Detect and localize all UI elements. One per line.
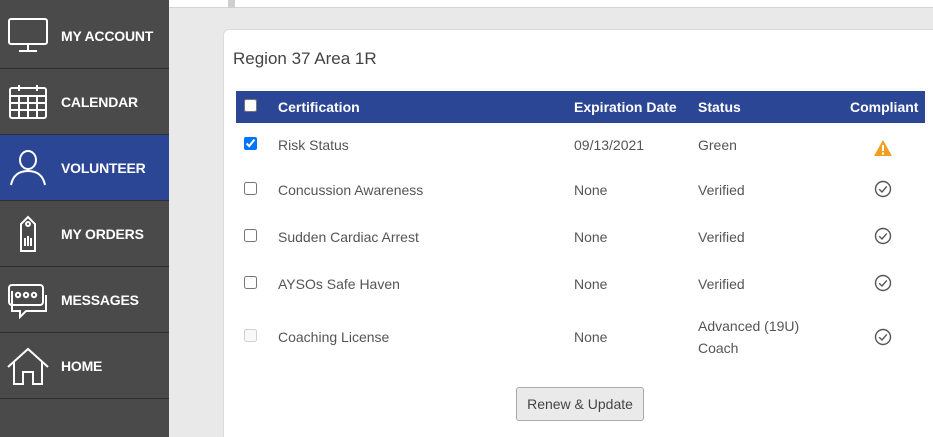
nav-label: MY ORDERS [61, 225, 144, 242]
expiration-date: None [574, 182, 608, 198]
nav-item-my-orders[interactable]: MY ORDERS [0, 201, 169, 267]
row-checkbox[interactable] [244, 182, 257, 195]
nav-label: CALENDAR [61, 93, 138, 110]
row-checkbox [244, 329, 257, 342]
status-text: Green [698, 137, 737, 153]
top-bar [169, 0, 933, 8]
nav-label: MY ACCOUNT [61, 27, 154, 44]
cert-name: Risk Status [278, 137, 349, 153]
row-checkbox[interactable] [244, 229, 257, 242]
status-text: Advanced (19U) Coach [698, 315, 799, 359]
nav-item-calendar[interactable]: CALENDAR [0, 69, 169, 135]
nav-label: VOLUNTEER [61, 159, 146, 176]
nav-item-my-account[interactable]: MY ACCOUNT [0, 3, 169, 69]
check-circle-icon [873, 327, 893, 347]
expiration-date: None [574, 229, 608, 245]
nav-item-home[interactable]: HOME [0, 333, 169, 399]
status-text: Verified [698, 182, 745, 198]
home-icon [6, 346, 50, 386]
calendar-icon [6, 82, 50, 122]
status-text: Verified [698, 276, 745, 292]
status-line: Coach [698, 340, 739, 356]
tag-icon [6, 214, 50, 254]
sidebar: MY ACCOUNT CALENDAR VOLUNTEER MY ORDERS … [0, 0, 169, 437]
table-header: Certification Expiration Date Status Com… [236, 91, 925, 123]
row-checkbox[interactable] [244, 276, 257, 289]
check-circle-icon [873, 179, 893, 199]
nav-label: HOME [61, 357, 103, 374]
chat-icon [6, 280, 50, 320]
person-icon [6, 148, 50, 188]
header-expiration-date: Expiration Date [574, 99, 677, 115]
nav-item-volunteer[interactable]: VOLUNTEER [0, 135, 169, 201]
row-checkbox[interactable] [244, 137, 257, 150]
cert-name: AYSOs Safe Haven [278, 276, 400, 292]
check-circle-icon [873, 273, 893, 293]
warning-icon [873, 138, 893, 158]
expiration-date: None [574, 276, 608, 292]
scroll-indicator [228, 0, 235, 8]
expiration-date: 09/13/2021 [574, 137, 645, 153]
card-title: Region 37 Area 1R [233, 49, 377, 68]
header-status: Status [698, 99, 741, 115]
header-compliant: Compliant [850, 99, 919, 115]
monitor-icon [6, 16, 50, 56]
cert-name: Coaching License [278, 329, 390, 345]
header-certification: Certification [278, 99, 360, 115]
nav-item-messages[interactable]: MESSAGES [0, 267, 169, 333]
cert-name: Sudden Cardiac Arrest [278, 229, 419, 245]
status-text: Verified [698, 229, 745, 245]
status-line: Advanced (19U) [698, 318, 800, 334]
nav-label: MESSAGES [61, 291, 139, 308]
renew-update-button[interactable]: Renew & Update [516, 387, 644, 421]
check-circle-icon [873, 226, 893, 246]
select-all-checkbox[interactable] [244, 99, 257, 112]
cert-name: Concussion Awareness [278, 182, 424, 198]
expiration-date: None [574, 329, 608, 345]
